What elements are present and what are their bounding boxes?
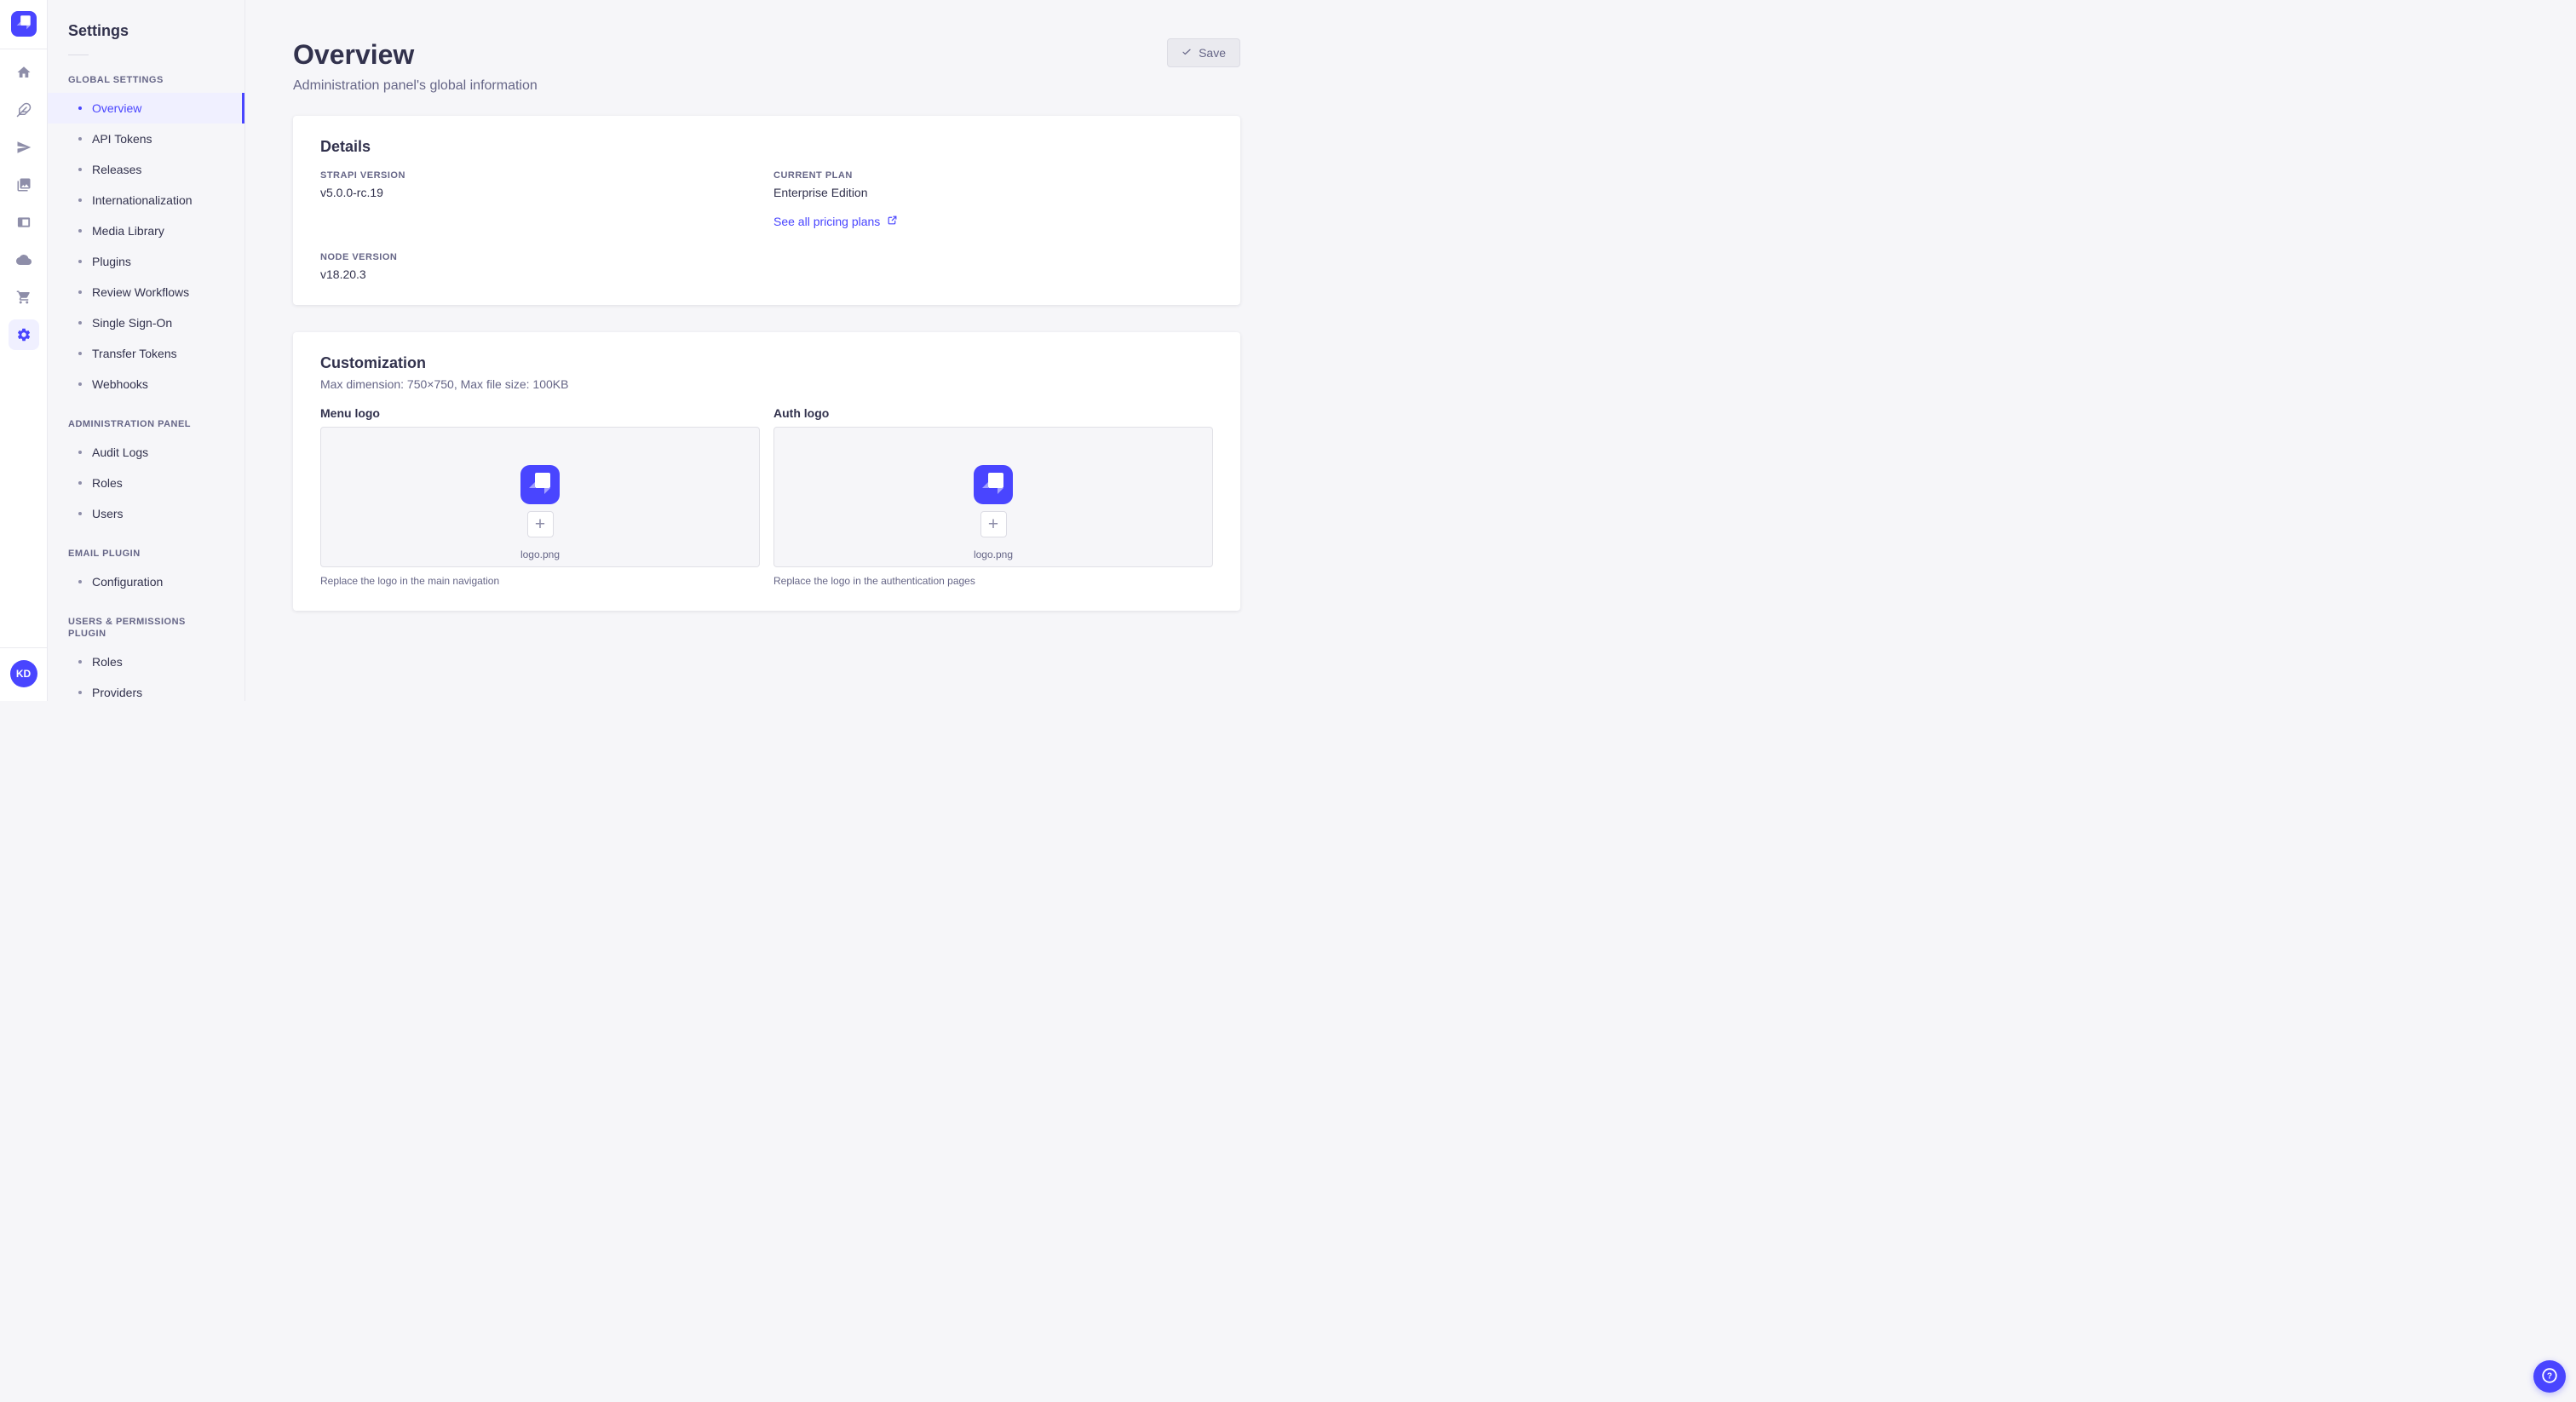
sidebar-title: Settings (68, 22, 129, 39)
strapi-logo-icon (528, 471, 552, 499)
add-logo-button[interactable]: + (980, 511, 1007, 537)
current-plan-field: CURRENT PLAN Enterprise Edition See all … (773, 170, 1213, 230)
field-label: NODE VERSION (320, 252, 398, 262)
sidebar-item-plugins[interactable]: Plugins (48, 246, 244, 277)
bullet-icon (78, 168, 82, 171)
field-value: v18.20.3 (320, 267, 366, 281)
customization-card: Customization Max dimension: 750×750, Ma… (293, 332, 1240, 611)
field-label: CURRENT PLAN (773, 170, 853, 181)
section-users-permissions-plugin: USERS & PERMISSIONS PLUGIN Roles Provide… (48, 616, 244, 701)
question-mark-icon: ? (2540, 1366, 2559, 1388)
sidebar-item-transfer-tokens[interactable]: Transfer Tokens (48, 338, 244, 369)
feather-icon[interactable] (9, 95, 39, 125)
sidebar-item-api-tokens[interactable]: API Tokens (48, 124, 244, 154)
page-subtitle: Administration panel's global informatio… (293, 78, 538, 93)
section-label: ADMINISTRATION PANEL (68, 419, 192, 429)
avatar[interactable]: KD (9, 660, 37, 687)
logo-file-name: logo.png (973, 549, 1014, 560)
section-email-plugin: EMAIL PLUGIN Configuration (48, 548, 244, 597)
plus-icon: + (987, 514, 999, 534)
save-button[interactable]: Save (1167, 38, 1240, 67)
sidebar-item-admin-users[interactable]: Users (48, 498, 244, 529)
strapi-logo-button[interactable] (10, 11, 37, 37)
external-link-icon (887, 215, 898, 228)
auth-logo-preview[interactable] (974, 465, 1013, 504)
strapi-version-field: STRAPI VERSION v5.0.0-rc.19 (320, 170, 760, 230)
paper-plane-icon[interactable] (9, 132, 39, 163)
bullet-icon (78, 321, 82, 325)
sidebar-item-internationalization[interactable]: Internationalization (48, 185, 244, 215)
sidebar-item-up-roles[interactable]: Roles (48, 646, 244, 677)
menu-logo-label: Menu logo (320, 406, 380, 420)
auth-logo-dropzone[interactable]: + logo.png (773, 427, 1213, 567)
customization-constraints: Max dimension: 750×750, Max file size: 1… (320, 377, 569, 391)
strapi-logo-icon (16, 14, 32, 34)
menu-logo-block: Menu logo + logo.png Replace the logo in… (320, 406, 760, 587)
sidebar-item-review-workflows[interactable]: Review Workflows (48, 277, 244, 307)
bullet-icon (78, 198, 82, 202)
menu-logo-dropzone[interactable]: + logo.png (320, 427, 760, 567)
details-card: Details STRAPI VERSION v5.0.0-rc.19 CURR… (293, 116, 1240, 305)
bullet-icon (78, 382, 82, 386)
node-version-field: NODE VERSION v18.20.3 (320, 252, 760, 281)
section-administration-panel: ADMINISTRATION PANEL Audit Logs Roles Us… (48, 418, 244, 529)
menu-logo-caption: Replace the logo in the main navigation (320, 575, 500, 587)
rail-nav (8, 57, 39, 350)
cloud-icon[interactable] (9, 244, 39, 275)
bullet-icon (78, 451, 82, 454)
field-label: STRAPI VERSION (320, 170, 405, 181)
settings-sidebar: Settings GLOBAL SETTINGS Overview API To… (48, 0, 245, 701)
bullet-icon (78, 352, 82, 355)
rail-divider-bottom (0, 647, 47, 648)
main-content: Overview Administration panel's global i… (245, 0, 1288, 701)
logo-file-name: logo.png (520, 549, 561, 560)
bullet-icon (78, 137, 82, 141)
svg-text:?: ? (2547, 1371, 2552, 1381)
bullet-icon (78, 260, 82, 263)
bullet-icon (78, 290, 82, 294)
sidebar-item-webhooks[interactable]: Webhooks (48, 369, 244, 399)
sidebar-item-audit-logs[interactable]: Audit Logs (48, 437, 244, 468)
section-label: GLOBAL SETTINGS (68, 75, 164, 85)
media-library-icon[interactable] (9, 170, 39, 200)
sidebar-item-single-sign-on[interactable]: Single Sign-On (48, 307, 244, 338)
icon-rail: KD (0, 0, 48, 701)
home-icon[interactable] (9, 57, 39, 88)
pricing-plans-link[interactable]: See all pricing plans (773, 215, 898, 228)
bullet-icon (78, 512, 82, 515)
details-heading: Details (320, 138, 371, 155)
section-global-settings: GLOBAL SETTINGS Overview API Tokens Rele… (48, 74, 244, 399)
section-label: USERS & PERMISSIONS PLUGIN (68, 617, 186, 639)
help-button[interactable]: ? (2533, 1360, 2566, 1393)
bullet-icon (78, 580, 82, 583)
bullet-icon (78, 481, 82, 485)
field-value: Enterprise Edition (773, 186, 868, 199)
sidebar-item-media-library[interactable]: Media Library (48, 215, 244, 246)
menu-logo-preview[interactable] (520, 465, 560, 504)
field-value: v5.0.0-rc.19 (320, 186, 383, 199)
bullet-icon (78, 691, 82, 694)
settings-gear-icon[interactable] (8, 319, 39, 350)
sidebar-item-email-configuration[interactable]: Configuration (48, 566, 244, 597)
sidebar-item-admin-roles[interactable]: Roles (48, 468, 244, 498)
check-icon (1182, 46, 1192, 60)
bullet-icon (78, 229, 82, 233)
sidebar-item-releases[interactable]: Releases (48, 154, 244, 185)
section-label: EMAIL PLUGIN (68, 549, 141, 559)
page-title: Overview (293, 39, 415, 70)
bullet-icon (78, 106, 82, 110)
customization-heading: Customization (320, 354, 426, 371)
add-logo-button[interactable]: + (526, 511, 554, 537)
cart-icon[interactable] (9, 282, 39, 313)
page-header: Overview Administration panel's global i… (293, 38, 1240, 94)
plus-icon: + (534, 514, 546, 534)
bullet-icon (78, 660, 82, 664)
layout-icon[interactable] (9, 207, 39, 238)
sidebar-item-up-providers[interactable]: Providers (48, 677, 244, 701)
sidebar-item-overview[interactable]: Overview (48, 93, 244, 124)
auth-logo-label: Auth logo (773, 406, 830, 420)
auth-logo-block: Auth logo + logo.png Replace the logo in… (773, 406, 1213, 587)
auth-logo-caption: Replace the logo in the authentication p… (773, 575, 975, 587)
strapi-logo-icon (981, 471, 1005, 499)
